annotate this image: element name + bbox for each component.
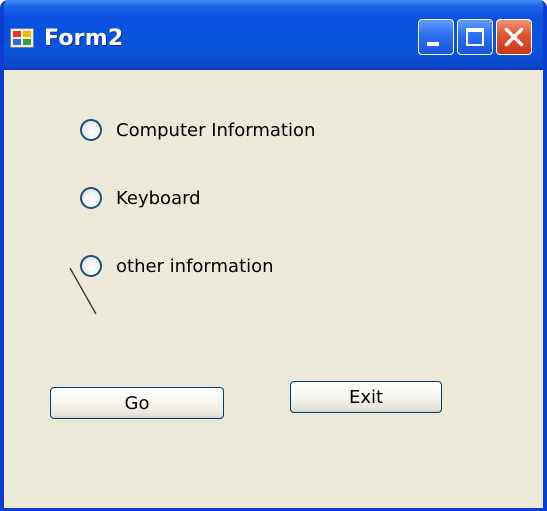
radio-keyboard[interactable]: Keyboard — [80, 183, 201, 213]
exit-button[interactable]: Exit — [290, 381, 442, 413]
radio-label: Computer Information — [116, 119, 316, 141]
close-button[interactable] — [496, 19, 532, 55]
maximize-button[interactable] — [457, 19, 493, 55]
radio-label: other information — [116, 255, 274, 277]
title-bar[interactable]: Form2 — [4, 0, 543, 70]
minimize-icon — [427, 42, 439, 46]
minimize-button[interactable] — [418, 19, 454, 55]
radio-label: Keyboard — [116, 187, 201, 209]
app-icon — [10, 28, 34, 48]
radio-circle[interactable] — [80, 119, 102, 141]
radio-other-information[interactable]: other information — [80, 251, 274, 281]
maximize-icon — [466, 28, 484, 46]
close-icon — [504, 27, 524, 47]
form2-window: Form2 Computer Information Keyboard othe… — [0, 0, 547, 511]
window-title: Form2 — [44, 26, 124, 51]
stray-line — [69, 267, 97, 315]
radio-computer-information[interactable]: Computer Information — [80, 115, 315, 145]
radio-circle[interactable] — [80, 187, 102, 209]
go-button[interactable]: Go — [50, 387, 224, 419]
